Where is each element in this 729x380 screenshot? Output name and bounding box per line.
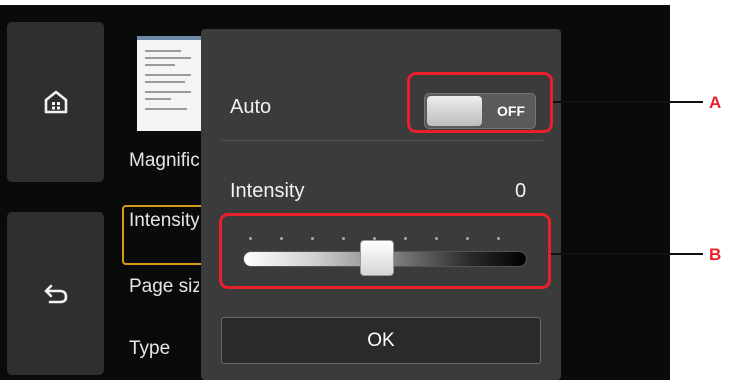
menu-item-page-size[interactable]: Page size [129, 276, 199, 298]
callout-box-a [407, 72, 553, 133]
divider [221, 140, 543, 141]
callout-leader-a [553, 101, 703, 103]
back-button[interactable] [7, 212, 104, 375]
intensity-value: 0 [515, 180, 527, 202]
callout-label-a: A [709, 93, 722, 112]
home-icon [43, 89, 69, 115]
menu-item-intensity[interactable]: Intensity [129, 210, 199, 232]
callout-leader-b [551, 253, 703, 255]
document-preview-thumbnail [137, 36, 201, 131]
ok-button[interactable]: OK [221, 317, 541, 364]
printer-touch-screen: Magnification Intensity Page size Type A… [0, 5, 670, 380]
auto-label: Auto [230, 96, 272, 118]
callout-box-b [219, 213, 551, 289]
menu-item-type[interactable]: Type [129, 338, 199, 360]
intensity-label: Intensity [230, 180, 305, 202]
home-button[interactable] [7, 22, 104, 182]
menu-item-magnification[interactable]: Magnification [129, 150, 199, 172]
callout-label-b: B [709, 245, 722, 264]
back-arrow-icon [42, 282, 70, 306]
